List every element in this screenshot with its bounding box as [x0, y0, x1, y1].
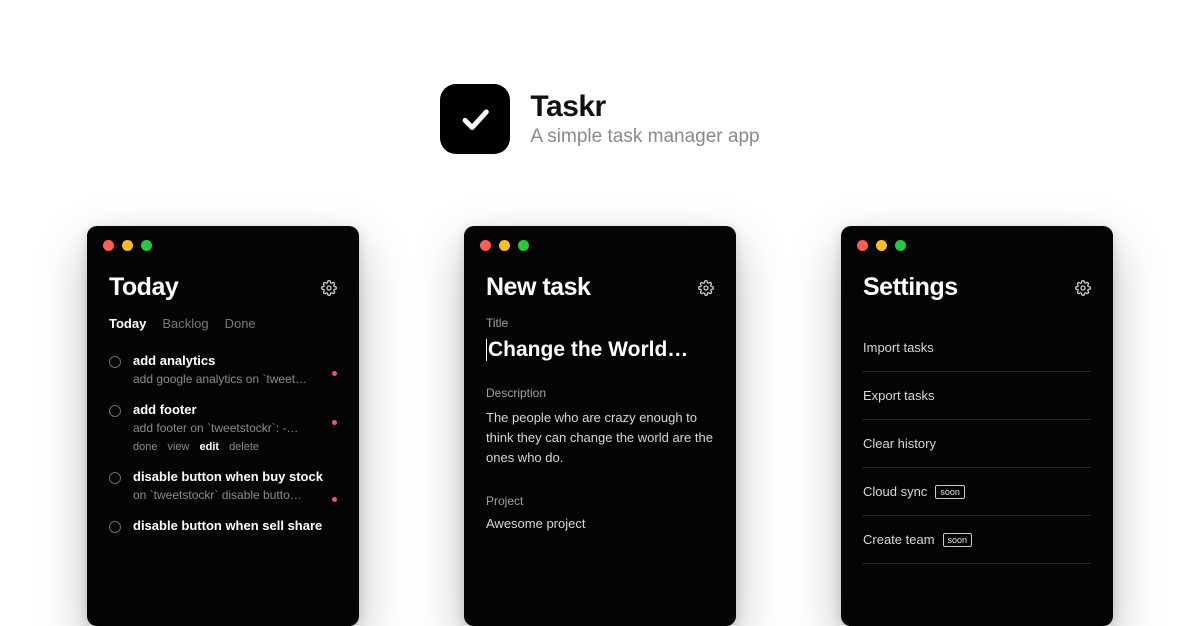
tab-done[interactable]: Done [225, 316, 256, 331]
task-title: disable button when buy stock [133, 469, 337, 484]
hero: Taskr A simple task manager app [0, 0, 1200, 194]
settings-item-cloud-sync[interactable]: Cloud sync soon [863, 468, 1091, 516]
task-body: add analytics add google analytics on `t… [133, 353, 337, 386]
close-icon[interactable] [857, 240, 868, 251]
check-icon [458, 102, 492, 136]
task-title: add analytics [133, 353, 337, 368]
text-caret-icon [486, 339, 487, 361]
task-body: disable button when buy stock on `tweets… [133, 469, 337, 502]
task-actions: done view edit delete [133, 441, 337, 453]
screens-row: Today Today Backlog Done add analytics a… [0, 226, 1200, 626]
hero-text: Taskr A simple task manager app [530, 90, 759, 148]
app-subtitle: A simple task manager app [530, 126, 759, 148]
window-today: Today Today Backlog Done add analytics a… [87, 226, 359, 626]
task-action-done[interactable]: done [133, 441, 157, 453]
tabs: Today Backlog Done [109, 316, 337, 331]
titlebar: Today [109, 273, 337, 302]
task-title: add footer [133, 402, 337, 417]
task-desc: add footer on `tweetstockr`: -… [133, 421, 337, 435]
maximize-icon[interactable] [518, 240, 529, 251]
status-dot-icon [332, 420, 337, 425]
task-desc: add google analytics on `tweet… [133, 372, 337, 386]
task-item[interactable]: add analytics add google analytics on `t… [109, 353, 337, 386]
tab-today[interactable]: Today [109, 316, 146, 331]
settings-item-label: Create team [863, 532, 935, 547]
titlebar: Settings [863, 273, 1091, 302]
field-label-project: Project [486, 494, 714, 508]
task-checkbox[interactable] [109, 521, 121, 533]
task-item[interactable]: add footer add footer on `tweetstockr`: … [109, 402, 337, 453]
task-body: disable button when sell share [133, 518, 337, 533]
task-list: add analytics add google analytics on `t… [109, 353, 337, 533]
titlebar: New task [486, 273, 714, 302]
task-body: add footer add footer on `tweetstockr`: … [133, 402, 337, 453]
field-label-description: Description [486, 386, 714, 400]
task-title: disable button when sell share [133, 518, 337, 533]
settings-item-import[interactable]: Import tasks [863, 324, 1091, 372]
settings-item-clear-history[interactable]: Clear history [863, 420, 1091, 468]
page-title: Today [109, 273, 178, 302]
task-action-view[interactable]: view [167, 441, 189, 453]
task-item[interactable]: disable button when buy stock on `tweets… [109, 469, 337, 502]
status-dot-icon [332, 497, 337, 502]
task-action-delete[interactable]: delete [229, 441, 259, 453]
gear-icon[interactable] [321, 280, 337, 296]
app-logo [440, 84, 510, 154]
soon-badge: soon [943, 533, 973, 547]
window-controls [103, 240, 337, 251]
close-icon[interactable] [480, 240, 491, 251]
settings-item-export[interactable]: Export tasks [863, 372, 1091, 420]
title-input-value: Change the World… [488, 338, 688, 361]
project-select[interactable]: Awesome project [486, 516, 714, 531]
description-input[interactable]: The people who are crazy enough to think… [486, 408, 714, 468]
soon-badge: soon [935, 485, 965, 499]
maximize-icon[interactable] [895, 240, 906, 251]
task-checkbox[interactable] [109, 472, 121, 484]
app-title: Taskr [530, 90, 759, 124]
gear-icon[interactable] [1075, 280, 1091, 296]
minimize-icon[interactable] [876, 240, 887, 251]
task-checkbox[interactable] [109, 405, 121, 417]
task-item[interactable]: disable button when sell share [109, 518, 337, 533]
maximize-icon[interactable] [141, 240, 152, 251]
window-controls [857, 240, 1091, 251]
task-action-edit[interactable]: edit [200, 441, 220, 453]
settings-list: Import tasks Export tasks Clear history … [863, 324, 1091, 564]
window-settings: Settings Import tasks Export tasks Clear… [841, 226, 1113, 626]
task-checkbox[interactable] [109, 356, 121, 368]
window-controls [480, 240, 714, 251]
page-title: Settings [863, 273, 958, 302]
settings-item-label: Import tasks [863, 340, 934, 355]
settings-item-label: Export tasks [863, 388, 935, 403]
page-title: New task [486, 273, 590, 302]
field-label-title: Title [486, 316, 714, 330]
task-desc: on `tweetstockr` disable butto… [133, 488, 337, 502]
gear-icon[interactable] [698, 280, 714, 296]
settings-item-create-team[interactable]: Create team soon [863, 516, 1091, 564]
settings-item-label: Cloud sync [863, 484, 927, 499]
minimize-icon[interactable] [122, 240, 133, 251]
close-icon[interactable] [103, 240, 114, 251]
window-new-task: New task Title Change the World… Descrip… [464, 226, 736, 626]
status-dot-icon [332, 371, 337, 376]
minimize-icon[interactable] [499, 240, 510, 251]
tab-backlog[interactable]: Backlog [162, 316, 208, 331]
title-input[interactable]: Change the World… [486, 338, 714, 362]
settings-item-label: Clear history [863, 436, 936, 451]
